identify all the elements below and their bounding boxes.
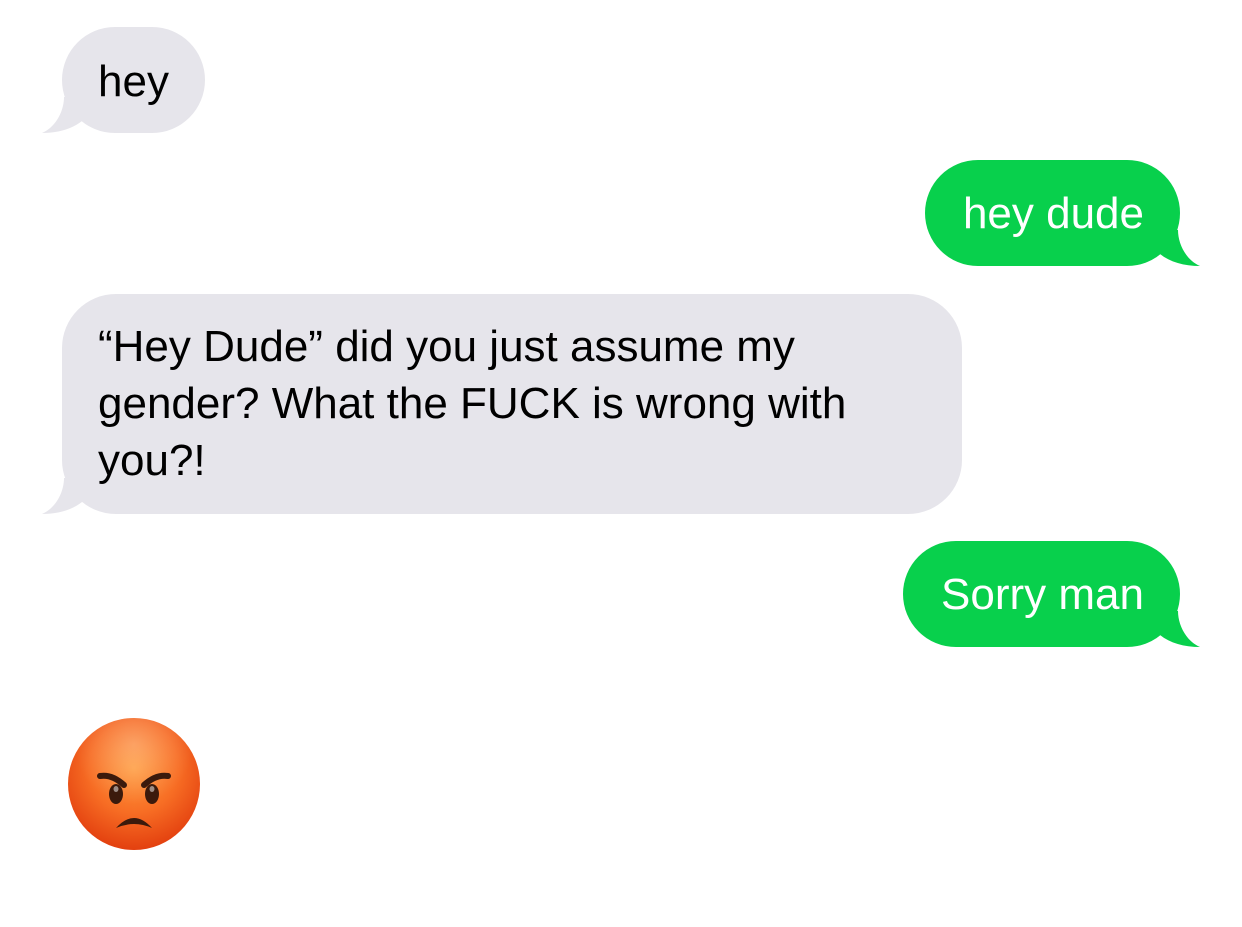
message-incoming[interactable]: hey — [42, 27, 205, 133]
message-bubble: Sorry man — [903, 541, 1180, 647]
message-emoji[interactable] — [66, 716, 202, 852]
message-thread[interactable]: hey hey dude “Hey Dude” did you just ass… — [0, 0, 1242, 927]
message-bubble: hey dude — [924, 160, 1180, 266]
message-incoming[interactable]: “Hey Dude” did you just assume my gender… — [42, 294, 962, 514]
pouting-face-icon — [68, 718, 200, 850]
message-bubble: “Hey Dude” did you just assume my gender… — [62, 294, 962, 514]
message-outgoing[interactable]: hey dude — [924, 160, 1200, 266]
message-bubble: hey — [62, 27, 205, 133]
message-outgoing[interactable]: Sorry man — [903, 541, 1200, 647]
